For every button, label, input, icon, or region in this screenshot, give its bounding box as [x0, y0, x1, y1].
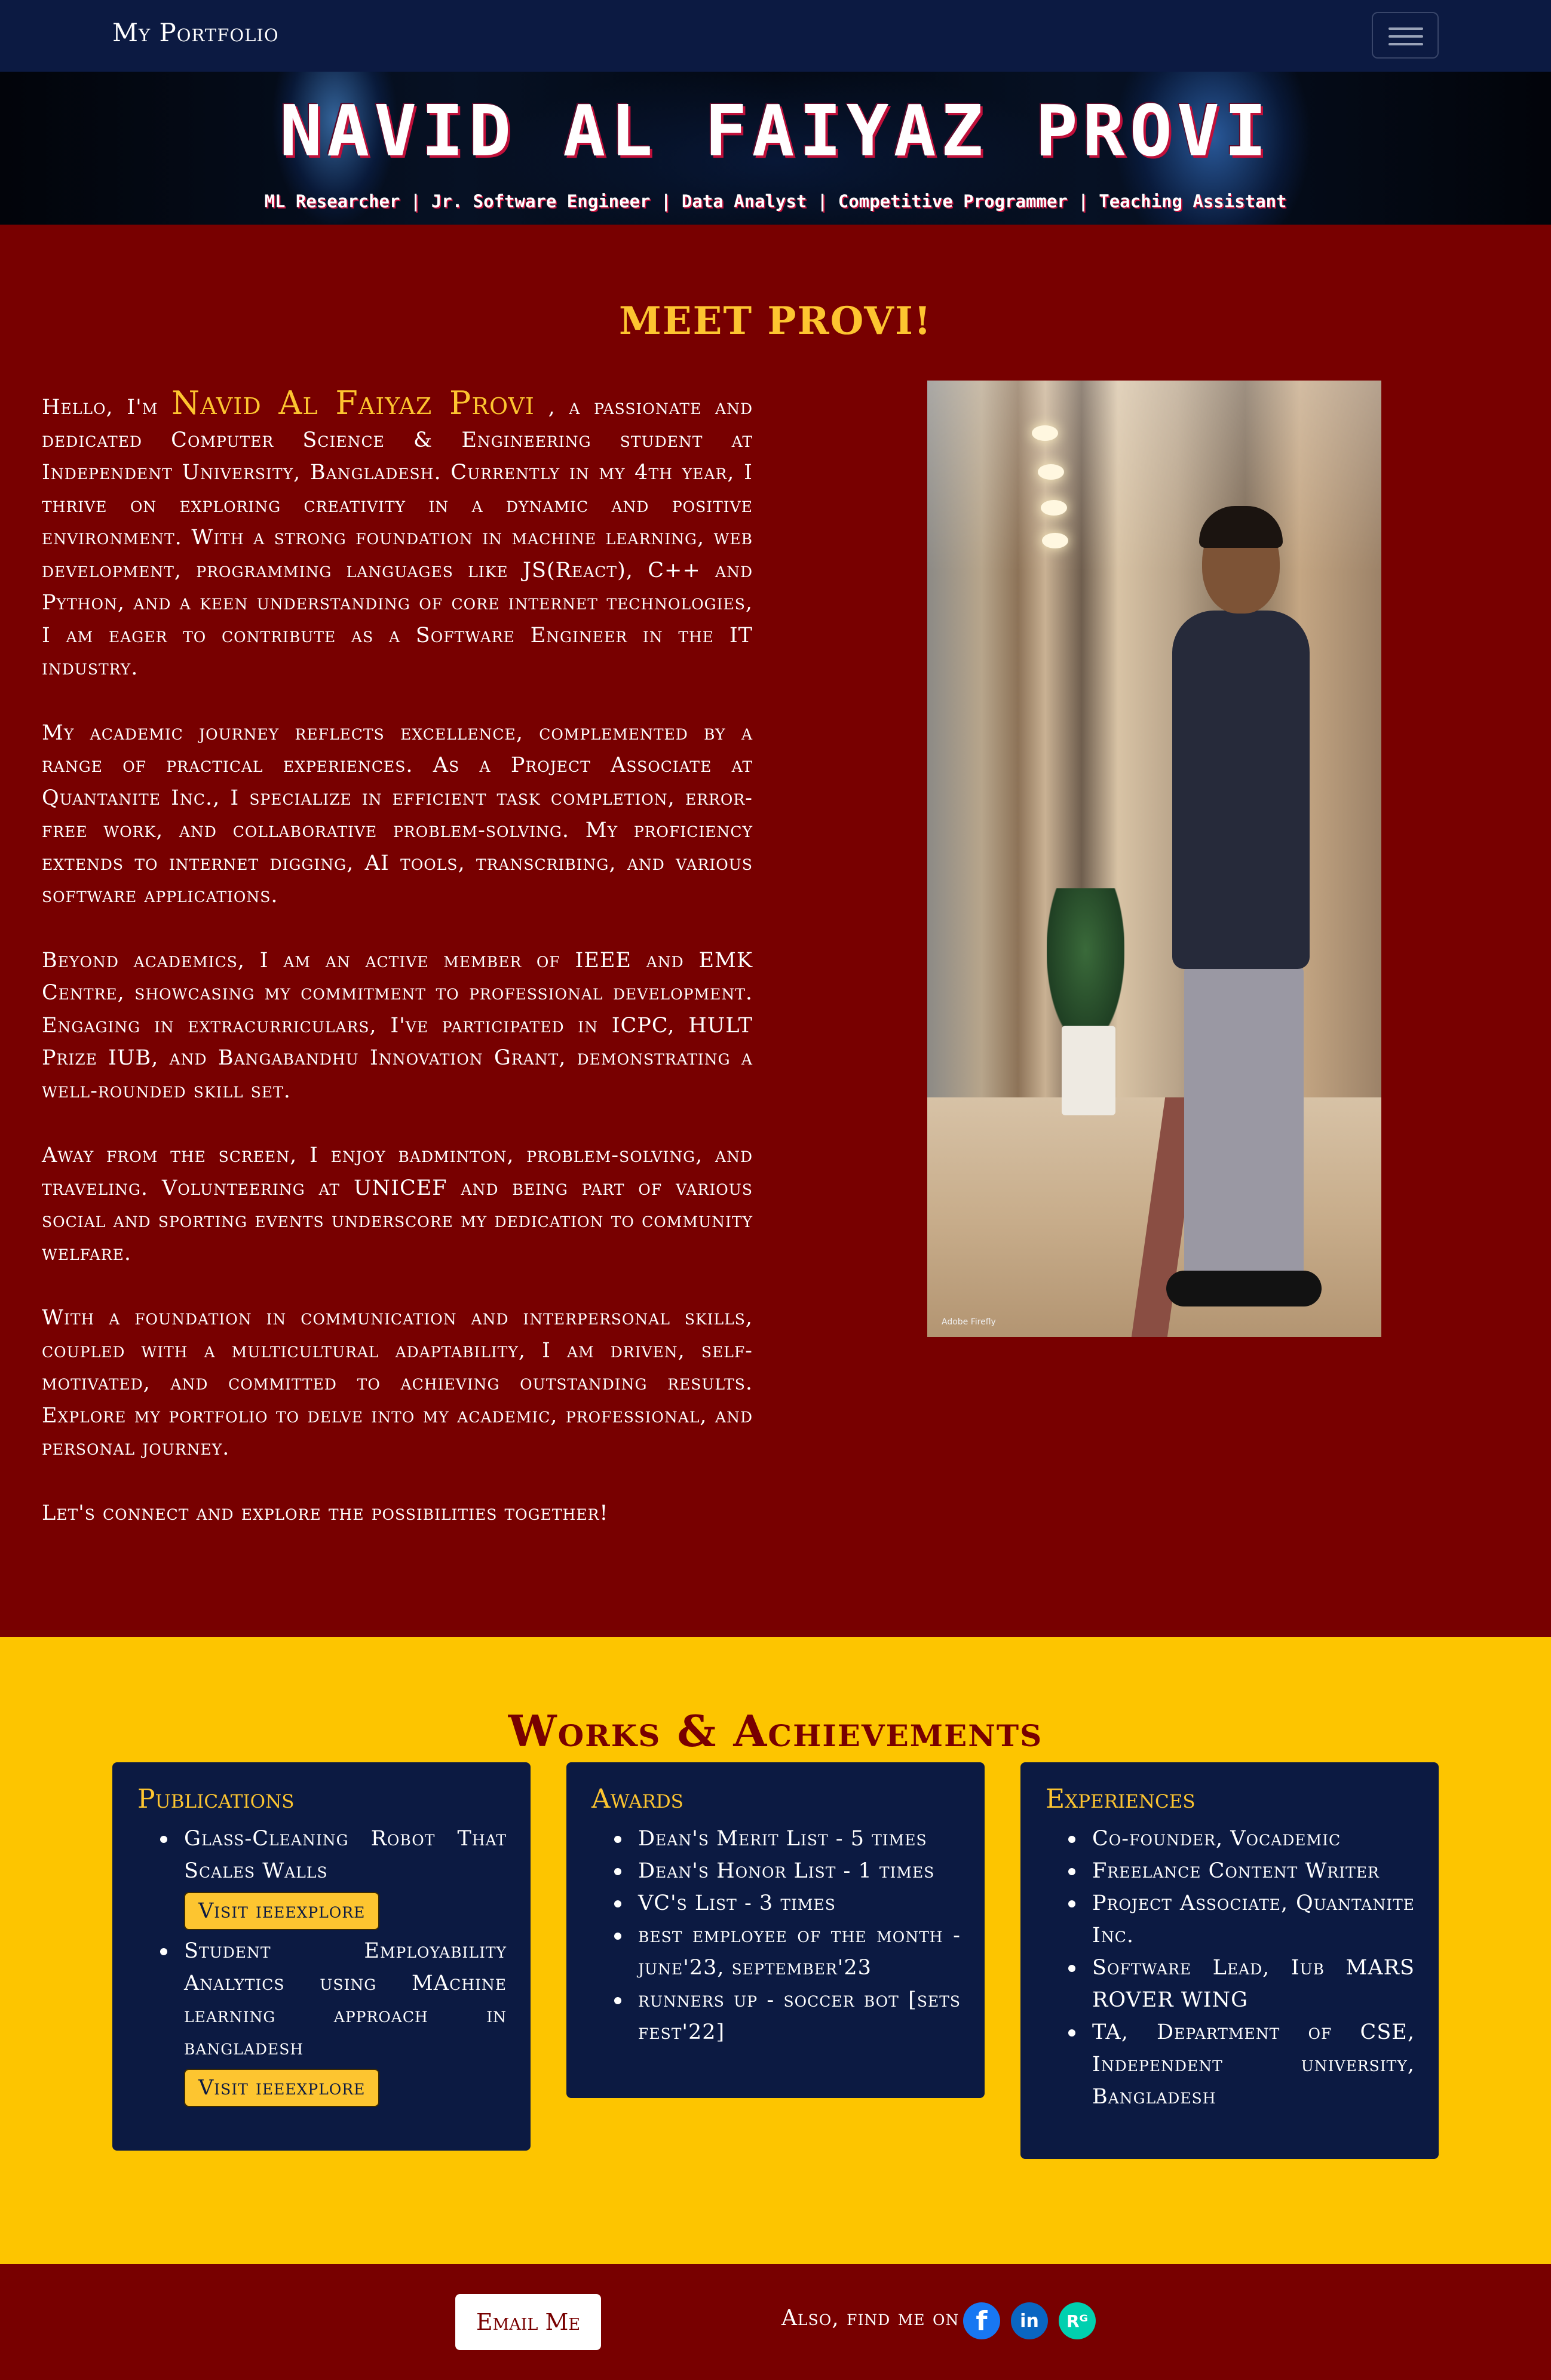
hero-banner: NAVID AL FAIYAZ PROVI ML Researcher | Jr… [0, 72, 1551, 225]
list-item: runners up - soccer bot [sets fest'22] [614, 1984, 961, 2048]
photo-plant [1047, 888, 1124, 1044]
about-paragraph: With a foundation in communication and i… [42, 1306, 753, 1460]
about-text: Hello, I'm Navid Al Faiyaz Provi , a pas… [42, 387, 753, 1562]
experiences-list: Co-founder, Vocademic Freelance Content … [1046, 1823, 1415, 2113]
awards-list: Dean's Merit List - 5 times Dean's Honor… [591, 1823, 961, 2048]
hero-title: NAVID AL FAIYAZ PROVI [280, 90, 1271, 172]
footer: Email Me Also, find me on f in Rᴳ [0, 2264, 1551, 2380]
publications-list: Glass-Cleaning Robot That Scales Walls V… [137, 1823, 507, 2112]
list-item: TA, Department of CSE, Independent unive… [1068, 2016, 1415, 2113]
profile-photo: Adobe Firefly [927, 381, 1381, 1337]
list-item: Software Lead, Iub MARS ROVER WING [1068, 1952, 1415, 2016]
awards-title: Awards [591, 1784, 683, 1814]
publication-title: Glass-Cleaning Robot That Scales Walls [184, 1827, 507, 1883]
ceiling-light [1038, 464, 1064, 480]
publication-title: Student Employability Analytics using MA… [184, 1939, 507, 2060]
photo-person [1166, 506, 1322, 1312]
experiences-title: Experiences [1046, 1784, 1196, 1814]
about-paragraph: Away from the screen, I enjoy badminton,… [42, 1143, 753, 1265]
facebook-icon[interactable]: f [963, 2302, 1000, 2339]
about-heading: MEET PROVI! [619, 299, 932, 343]
hamburger-menu-icon [1388, 43, 1423, 45]
navbar: My Portfolio [0, 0, 1551, 72]
visit-ieeexplore-button[interactable]: Visit ieeexplore [184, 2069, 380, 2107]
person-shirt [1172, 611, 1310, 969]
intro-rest: , a passionate and dedicated Computer Sc… [42, 395, 753, 680]
hamburger-menu-icon [1388, 27, 1423, 30]
linkedin-icon[interactable]: in [1011, 2302, 1048, 2339]
works-heading: Works & Achievements [508, 1706, 1043, 1756]
awards-card: Awards Dean's Merit List - 5 times Dean'… [566, 1762, 985, 2098]
photo-watermark: Adobe Firefly [942, 1317, 996, 1327]
photo-pot [1062, 1026, 1115, 1115]
highlighted-name: Navid Al Faiyaz Provi [171, 384, 535, 422]
intro-prefix: Hello, I'm [42, 395, 171, 419]
works-section: Works & Achievements Publications Glass-… [0, 1637, 1551, 2264]
hero-subtitle: ML Researcher | Jr. Software Engineer | … [264, 191, 1287, 211]
researchgate-icon[interactable]: Rᴳ [1059, 2302, 1096, 2339]
list-item: Student Employability Analytics using MA… [160, 1935, 507, 2112]
list-item: Co-founder, Vocademic [1068, 1823, 1415, 1855]
brand-link[interactable]: My Portfolio [112, 18, 279, 47]
person-hair [1199, 506, 1283, 548]
person-shoes [1166, 1271, 1322, 1306]
hamburger-menu-icon [1388, 35, 1423, 38]
about-paragraph: Beyond academics, I am an active member … [42, 948, 753, 1103]
ceiling-light [1042, 533, 1068, 548]
experiences-card: Experiences Co-founder, Vocademic Freela… [1020, 1762, 1439, 2159]
list-item: Freelance Content Writer [1068, 1855, 1415, 1887]
list-item: Dean's Merit List - 5 times [614, 1823, 961, 1855]
ceiling-light [1041, 500, 1067, 516]
list-item: Dean's Honor List - 1 times [614, 1855, 961, 1887]
list-item: VC's List - 3 times [614, 1887, 961, 1919]
list-item: best employee of the month - june'23, se… [614, 1919, 961, 1984]
list-item: Project Associate, Quantanite Inc. [1068, 1887, 1415, 1952]
person-pants [1184, 966, 1304, 1277]
publications-title: Publications [137, 1784, 295, 1814]
about-intro: Hello, I'm Navid Al Faiyaz Provi , a pas… [42, 387, 753, 685]
visit-ieeexplore-button[interactable]: Visit ieeexplore [184, 1892, 380, 1930]
about-paragraph: My academic journey reflects excellence,… [42, 720, 753, 908]
find-me-text: Also, find me on [781, 2306, 960, 2330]
list-item: Glass-Cleaning Robot That Scales Walls V… [160, 1823, 507, 1935]
publications-card: Publications Glass-Cleaning Robot That S… [112, 1762, 531, 2151]
ceiling-light [1032, 425, 1058, 441]
about-paragraph: Let's connect and explore the possibilit… [42, 1501, 609, 1525]
email-me-button[interactable]: Email Me [455, 2294, 601, 2350]
navbar-toggle-button[interactable] [1372, 12, 1439, 59]
